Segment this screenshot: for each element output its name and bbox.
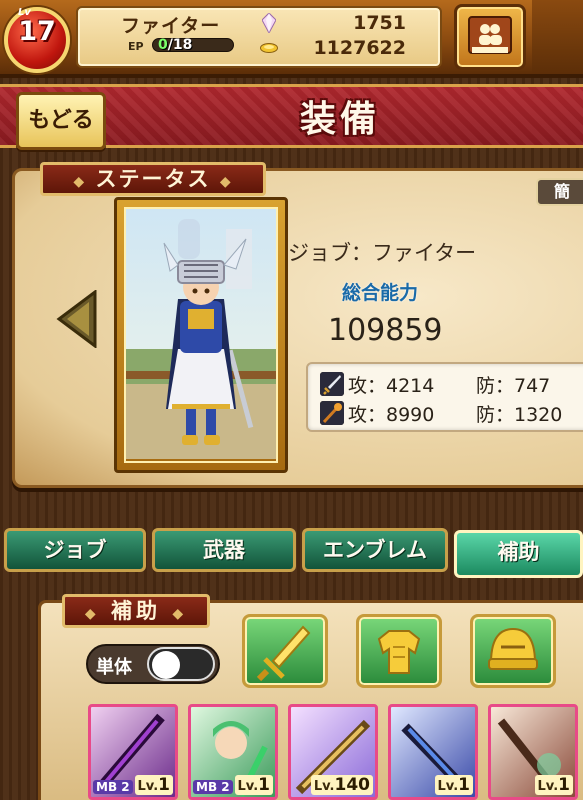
character-portrait [124, 207, 278, 463]
ep-max: /18 [167, 37, 193, 53]
physical-attack: 攻：4214 [348, 375, 435, 397]
status-tab-label: ステータス [95, 167, 211, 191]
support-tab-label: 補助 [111, 599, 161, 623]
ep-label: EP [128, 40, 144, 53]
support-card-3[interactable]: Lv.140 [288, 704, 378, 800]
tab-job[interactable]: ジョブ [4, 528, 146, 572]
category-sword-button[interactable] [242, 614, 328, 688]
single-switch-knob[interactable] [152, 651, 180, 679]
overall-ability-label: 総合能力 [341, 282, 418, 304]
coin-count: 1127622 [313, 37, 406, 59]
card-level: Lv.1 [434, 775, 473, 795]
sword-icon [320, 372, 344, 396]
tab-weapon[interactable]: 武器 [152, 528, 296, 572]
fighter-character-image [126, 209, 276, 459]
support-card-1[interactable]: MB 2 Lv.1 [88, 704, 178, 800]
diamond-icon: ◆ [84, 606, 100, 622]
status-section-label: ◆ ステータス ◆ [40, 162, 266, 196]
support-section-label: ◆ 補助 ◆ [62, 594, 210, 628]
equipment-tab-bar: ジョブ 武器 エンブレム 補助 [0, 528, 583, 580]
card-level: Lv.140 [310, 775, 373, 795]
magic-defense: 防：1320 [476, 404, 563, 426]
job-line: ジョブ：ファイター [288, 241, 477, 265]
page-title: 装備 [300, 99, 381, 140]
sword-category-icon [256, 625, 311, 682]
ep-value: 0/18 [158, 37, 192, 53]
support-card-4[interactable]: Lv.1 [388, 704, 478, 800]
gem-count: 1751 [353, 12, 406, 34]
ep-current: 0 [158, 37, 168, 53]
diamond-icon: ◆ [73, 174, 87, 190]
category-helmet-button[interactable] [470, 614, 556, 688]
card-mb-badge: MB 2 [193, 780, 233, 794]
armor-category-icon [377, 630, 421, 674]
back-button[interactable]: もどる [16, 92, 106, 150]
crystal-icon [262, 13, 276, 33]
coin-icon [260, 43, 278, 53]
simple-view-button[interactable]: 簡 [536, 178, 583, 206]
tab-emblem[interactable]: エンブレム [302, 528, 448, 572]
character-portrait-frame[interactable] [114, 197, 288, 473]
physical-defense: 防：747 [476, 375, 551, 397]
job-name: ファイター [121, 15, 221, 37]
stat-row-magic: 攻：8990 防：1320 [320, 398, 583, 428]
diamond-icon: ◆ [172, 606, 188, 622]
book-icon [468, 16, 512, 54]
helmet-category-icon [488, 627, 538, 670]
topbar-edge [532, 0, 583, 74]
card-mb-badge: MB 2 [93, 780, 133, 794]
card-level: Lv.1 [234, 775, 273, 795]
card-level: Lv.1 [134, 775, 173, 795]
stat-row-physical: 攻：4214 防：747 [320, 369, 583, 399]
staff-icon [320, 401, 344, 425]
support-card-2[interactable]: MB 2 Lv.1 [188, 704, 278, 800]
category-armor-button[interactable] [356, 614, 442, 688]
prev-arrow-icon[interactable] [55, 290, 97, 348]
support-card-5[interactable]: Lv.1 [488, 704, 578, 800]
single-label: 単体 [96, 657, 132, 678]
diamond-icon: ◆ [219, 174, 233, 190]
card-level: Lv.1 [534, 775, 573, 795]
friends-book-button[interactable] [454, 4, 526, 70]
level-number: 17 [18, 16, 56, 47]
magic-attack: 攻：8990 [348, 404, 435, 426]
tab-support[interactable]: 補助 [454, 530, 583, 578]
overall-ability-value: 109859 [328, 313, 443, 348]
status-panel [12, 168, 583, 488]
